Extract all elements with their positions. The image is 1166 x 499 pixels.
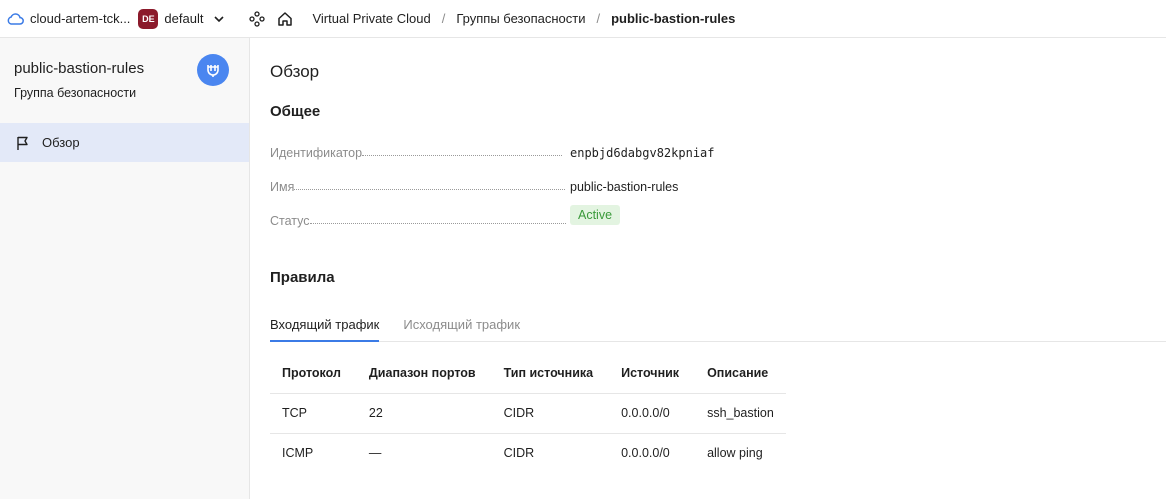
table-row[interactable]: ICMP — CIDR 0.0.0.0/0 allow ping — [270, 432, 786, 473]
property-key: Статус — [270, 214, 310, 228]
property-key: Имя — [270, 180, 295, 194]
tab-ingress[interactable]: Входящий трафик — [270, 308, 380, 342]
table-cell: CIDR — [491, 392, 610, 433]
section-general-title: Общее — [270, 103, 321, 120]
table-cell: — — [356, 432, 492, 473]
property-dots — [294, 189, 566, 190]
property-dots — [309, 223, 566, 224]
traffic-tabs: Входящий трафик Исходящий трафик — [270, 308, 1166, 342]
table-cell: 22 — [356, 392, 492, 433]
sidebar-item-label: Обзор — [42, 135, 80, 150]
tab-egress[interactable]: Исходящий трафик — [403, 308, 520, 342]
table-cell: 0.0.0.0/0 — [609, 392, 696, 433]
cloud-selector[interactable]: cloud-artem-tck... DE default — [6, 0, 225, 38]
sidebar-title: public-bastion-rules — [14, 60, 145, 77]
breadcrumb-security-groups[interactable]: Группы безопасности — [456, 11, 585, 26]
property-value-name: public-bastion-rules — [570, 180, 679, 194]
column-header: Тип источника — [503, 365, 594, 380]
folder-name: default — [164, 11, 204, 26]
property-row-status: Статус Active — [270, 205, 730, 228]
property-value-id: enpbjd6dabgv82kpniaf — [570, 146, 715, 160]
breadcrumb: Virtual Private Cloud / Группы безопасно… — [312, 11, 735, 26]
cloud-icon — [6, 12, 24, 26]
page-title: Обзор — [270, 62, 320, 81]
status-badge: Active — [570, 205, 621, 225]
table-cell: ICMP — [270, 432, 357, 473]
rules-table: Протокол Диапазон портов Тип источника И… — [270, 353, 786, 473]
top-bar: cloud-artem-tck... DE default Virtual Pr… — [0, 0, 1166, 38]
security-group-icon — [197, 54, 229, 86]
section-rules-title: Правила — [270, 269, 335, 286]
table-row[interactable]: TCP 22 CIDR 0.0.0.0/0 ssh_bastion — [270, 392, 786, 433]
property-row-id: Идентификатор enpbjd6dabgv82kpniaf — [270, 140, 730, 160]
table-header-row: Протокол Диапазон портов Тип источника И… — [270, 353, 786, 393]
folder-badge: DE — [138, 8, 159, 29]
chevron-down-icon[interactable] — [213, 13, 225, 25]
property-row-name: Имя public-bastion-rules — [270, 174, 730, 194]
breadcrumb-current: public-bastion-rules — [611, 11, 736, 26]
column-header: Источник — [621, 365, 680, 380]
services-icon[interactable] — [249, 10, 266, 27]
table-cell: TCP — [270, 392, 357, 433]
column-header: Описание — [707, 365, 769, 380]
flag-icon — [15, 135, 31, 151]
column-header: Диапазон портов — [368, 365, 476, 380]
table-cell: allow ping — [695, 432, 786, 473]
property-key: Идентификатор — [270, 146, 363, 160]
sidebar-item-overview[interactable]: Обзор — [0, 123, 249, 162]
column-header: Протокол — [282, 365, 341, 380]
cloud-name: cloud-artem-tck... — [30, 11, 131, 26]
breadcrumb-separator: / — [596, 11, 601, 26]
breadcrumb-separator: / — [441, 11, 446, 26]
breadcrumb-vpc[interactable]: Virtual Private Cloud — [312, 11, 430, 26]
sidebar-subtitle: Группа безопасности — [14, 86, 137, 100]
sidebar: public-bastion-rules Группа безопасности… — [0, 38, 250, 499]
home-icon[interactable] — [277, 11, 293, 27]
table-cell: ssh_bastion — [695, 392, 786, 433]
property-dots — [362, 155, 563, 156]
table-cell: 0.0.0.0/0 — [609, 432, 696, 473]
table-cell: CIDR — [491, 432, 610, 473]
